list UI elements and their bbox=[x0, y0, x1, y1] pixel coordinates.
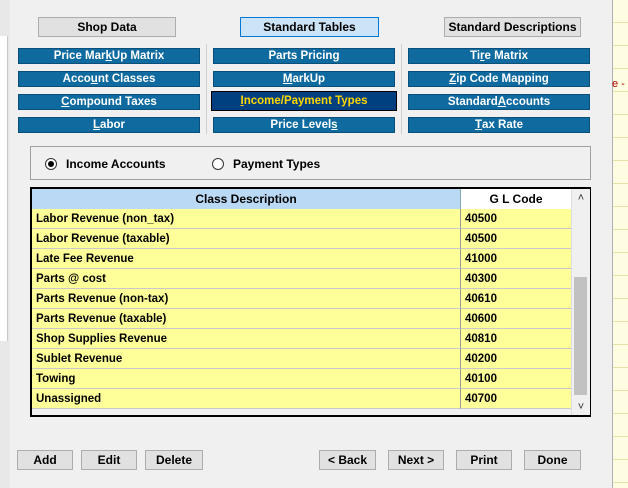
background-edge-text: e - bbox=[612, 78, 625, 90]
back-button[interactable]: < Back bbox=[319, 450, 376, 470]
table-row[interactable]: Unassigned 40700 bbox=[32, 389, 571, 409]
gl-code-cell[interactable]: 40500 bbox=[461, 209, 571, 229]
markup-button[interactable]: MarkUp bbox=[213, 71, 395, 87]
gl-code-cell[interactable]: 41000 bbox=[461, 249, 571, 269]
table-row[interactable]: Labor Revenue (non_tax) 40500 bbox=[32, 209, 571, 229]
class-description-cell[interactable]: Parts @ cost bbox=[32, 269, 461, 289]
edit-button[interactable]: Edit bbox=[81, 450, 137, 470]
class-description-cell[interactable]: Labor Revenue (taxable) bbox=[32, 229, 461, 249]
column-header-gl-code[interactable]: G L Code bbox=[461, 189, 571, 209]
table-row[interactable]: Towing 40100 bbox=[32, 369, 571, 389]
parts-pricing-button[interactable]: Parts Pricin g bbox=[213, 48, 395, 64]
payment-types-label: Payment Types bbox=[233, 157, 321, 171]
done-button[interactable]: Done bbox=[524, 450, 581, 470]
compound-taxes-button[interactable]: Compound Taxes bbox=[18, 94, 200, 110]
column-divider bbox=[401, 44, 402, 134]
tab-standard-descriptions[interactable]: Standard Descriptions bbox=[444, 17, 581, 37]
chevron-up-icon[interactable]: ˄ bbox=[572, 189, 590, 206]
zip-code-mapping-button[interactable]: Zip Code Mapping bbox=[408, 71, 590, 87]
class-description-cell[interactable]: Shop Supplies Revenue bbox=[32, 329, 461, 349]
class-description-cell[interactable]: Parts Revenue (non-tax) bbox=[32, 289, 461, 309]
chevron-down-icon[interactable]: ˅ bbox=[572, 398, 590, 415]
column-header-class-description[interactable]: Class Description bbox=[32, 189, 461, 209]
gl-code-cell[interactable]: 40300 bbox=[461, 269, 571, 289]
add-button[interactable]: Add bbox=[17, 450, 73, 470]
table-row[interactable]: Parts @ cost 40300 bbox=[32, 269, 571, 289]
next-button[interactable]: Next > bbox=[388, 450, 444, 470]
income-payment-types-button[interactable]: Income/Payment Types bbox=[211, 91, 397, 111]
class-description-cell[interactable]: Towing bbox=[32, 369, 461, 389]
class-description-cell[interactable]: Sublet Revenue bbox=[32, 349, 461, 369]
account-type-radio-group: Income Accounts Payment Types bbox=[30, 146, 591, 180]
gl-code-cell[interactable]: 40100 bbox=[461, 369, 571, 389]
background-grid-edge bbox=[612, 0, 628, 488]
table-row[interactable]: Shop Supplies Revenue 40810 bbox=[32, 329, 571, 349]
standard-accounts-button[interactable]: Standard Accounts bbox=[408, 94, 590, 110]
print-button[interactable]: Print bbox=[456, 450, 512, 470]
class-description-cell[interactable]: Late Fee Revenue bbox=[32, 249, 461, 269]
left-panel-scrollbar[interactable] bbox=[0, 36, 8, 341]
account-classes-grid: Class Description G L Code Labor Revenue… bbox=[30, 187, 591, 417]
gl-code-cell[interactable]: 40610 bbox=[461, 289, 571, 309]
table-row[interactable]: Late Fee Revenue 41000 bbox=[32, 249, 571, 269]
class-description-cell[interactable]: Unassigned bbox=[32, 389, 461, 409]
payment-types-radio[interactable]: Payment Types bbox=[212, 157, 320, 171]
price-markup-matrix-button[interactable]: Price Mar k Up Matrix bbox=[18, 48, 200, 64]
table-row[interactable]: Labor Revenue (taxable) 40500 bbox=[32, 229, 571, 249]
delete-button[interactable]: Delete bbox=[145, 450, 203, 470]
labor-button[interactable]: Labor bbox=[18, 117, 200, 133]
table-row[interactable]: Parts Revenue (taxable) 40600 bbox=[32, 309, 571, 329]
radio-selected-icon bbox=[45, 158, 57, 170]
table-row[interactable]: Sublet Revenue 40200 bbox=[32, 349, 571, 369]
class-description-cell[interactable]: Labor Revenue (non_tax) bbox=[32, 209, 461, 229]
income-accounts-radio[interactable]: Income Accounts bbox=[45, 157, 166, 171]
gl-code-cell[interactable]: 40700 bbox=[461, 389, 571, 409]
gl-code-cell[interactable]: 40810 bbox=[461, 329, 571, 349]
tax-rate-button[interactable]: Tax Rate bbox=[408, 117, 590, 133]
gl-code-cell[interactable]: 40200 bbox=[461, 349, 571, 369]
grid-vertical-scrollbar[interactable]: ˄ ˅ bbox=[571, 189, 590, 415]
gl-code-cell[interactable]: 40500 bbox=[461, 229, 571, 249]
table-row[interactable]: Parts Revenue (non-tax) 40610 bbox=[32, 289, 571, 309]
price-levels-button[interactable]: Price Level s bbox=[213, 117, 395, 133]
income-accounts-label: Income Accounts bbox=[66, 157, 166, 171]
tab-shop-data[interactable]: Shop Data bbox=[38, 17, 176, 37]
class-description-cell[interactable]: Parts Revenue (taxable) bbox=[32, 309, 461, 329]
tab-standard-tables[interactable]: Standard Tables bbox=[240, 17, 379, 37]
radio-unselected-icon bbox=[212, 158, 224, 170]
scrollbar-thumb[interactable] bbox=[574, 277, 587, 395]
gl-code-cell[interactable]: 40600 bbox=[461, 309, 571, 329]
account-classes-button[interactable]: Acco u nt Classes bbox=[18, 71, 200, 87]
tire-matrix-button[interactable]: Ti r e Matrix bbox=[408, 48, 590, 64]
column-divider bbox=[206, 44, 207, 134]
